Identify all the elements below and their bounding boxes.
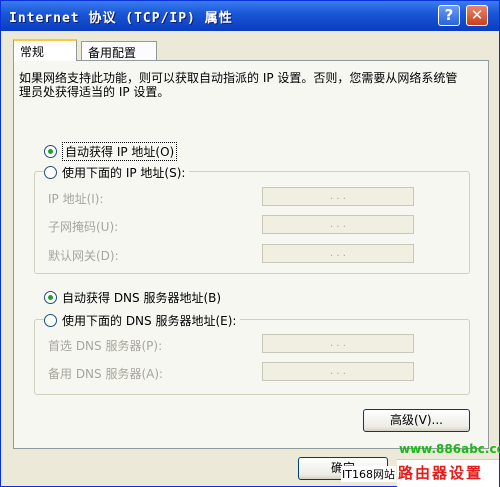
ip-address-field[interactable]: . . . bbox=[262, 187, 414, 206]
preferred-dns-label: 首选 DNS 服务器(P): bbox=[48, 339, 163, 353]
help-button[interactable]: ? bbox=[438, 5, 460, 26]
manual-ip-label: 使用下面的 IP 地址(S): bbox=[62, 166, 186, 180]
tab-general[interactable]: 常规 bbox=[13, 39, 77, 61]
radio-unchecked-icon bbox=[44, 166, 57, 179]
preferred-dns-field[interactable]: . . . bbox=[262, 334, 414, 353]
site-logo-watermark: 路由器设置 bbox=[398, 464, 484, 482]
manual-ip-radio[interactable]: 使用下面的 IP 地址(S): bbox=[44, 164, 190, 181]
radio-unchecked-icon bbox=[44, 314, 57, 327]
radio-checked-icon bbox=[44, 291, 57, 304]
auto-dns-radio[interactable]: 自动获得 DNS 服务器地址(B) bbox=[44, 289, 221, 306]
it168-watermark: IT168网站 bbox=[341, 466, 396, 482]
auto-ip-label: 自动获得 IP 地址(O) bbox=[62, 142, 178, 161]
dns-server-group bbox=[34, 319, 470, 395]
close-button[interactable]: ✕ bbox=[466, 5, 488, 26]
default-gateway-label: 默认网关(D): bbox=[48, 249, 119, 263]
ip-address-label: IP 地址(I): bbox=[48, 192, 104, 206]
radio-checked-icon bbox=[44, 145, 57, 158]
subnet-mask-label: 子网掩码(U): bbox=[48, 220, 119, 234]
auto-ip-radio[interactable]: 自动获得 IP 地址(O) bbox=[44, 142, 178, 161]
advanced-button[interactable]: 高级(V)... bbox=[363, 409, 470, 432]
site-url-watermark: www.886abc.com bbox=[399, 442, 500, 456]
manual-dns-radio[interactable]: 使用下面的 DNS 服务器地址(E): bbox=[44, 312, 241, 329]
tab-alternate-configuration[interactable]: 备用配置 bbox=[81, 41, 157, 61]
alternate-dns-field[interactable]: . . . bbox=[262, 362, 414, 381]
title-bar[interactable]: Internet 协议 (TCP/IP) 属性 ? ✕ bbox=[1, 1, 499, 31]
auto-dns-label: 自动获得 DNS 服务器地址(B) bbox=[62, 291, 222, 305]
manual-dns-label: 使用下面的 DNS 服务器地址(E): bbox=[62, 314, 237, 328]
description-text: 如果网络支持此功能，则可以获取自动指派的 IP 设置。否则，您需要从网络系统管理… bbox=[19, 71, 458, 99]
subnet-mask-field[interactable]: . . . bbox=[262, 215, 414, 234]
window-title: Internet 协议 (TCP/IP) 属性 bbox=[9, 10, 233, 26]
default-gateway-field[interactable]: . . . bbox=[262, 244, 414, 263]
tcpip-properties-dialog: Internet 协议 (TCP/IP) 属性 ? ✕ 常规 备用配置 如果网络… bbox=[0, 0, 500, 487]
alternate-dns-label: 备用 DNS 服务器(A): bbox=[48, 367, 164, 381]
